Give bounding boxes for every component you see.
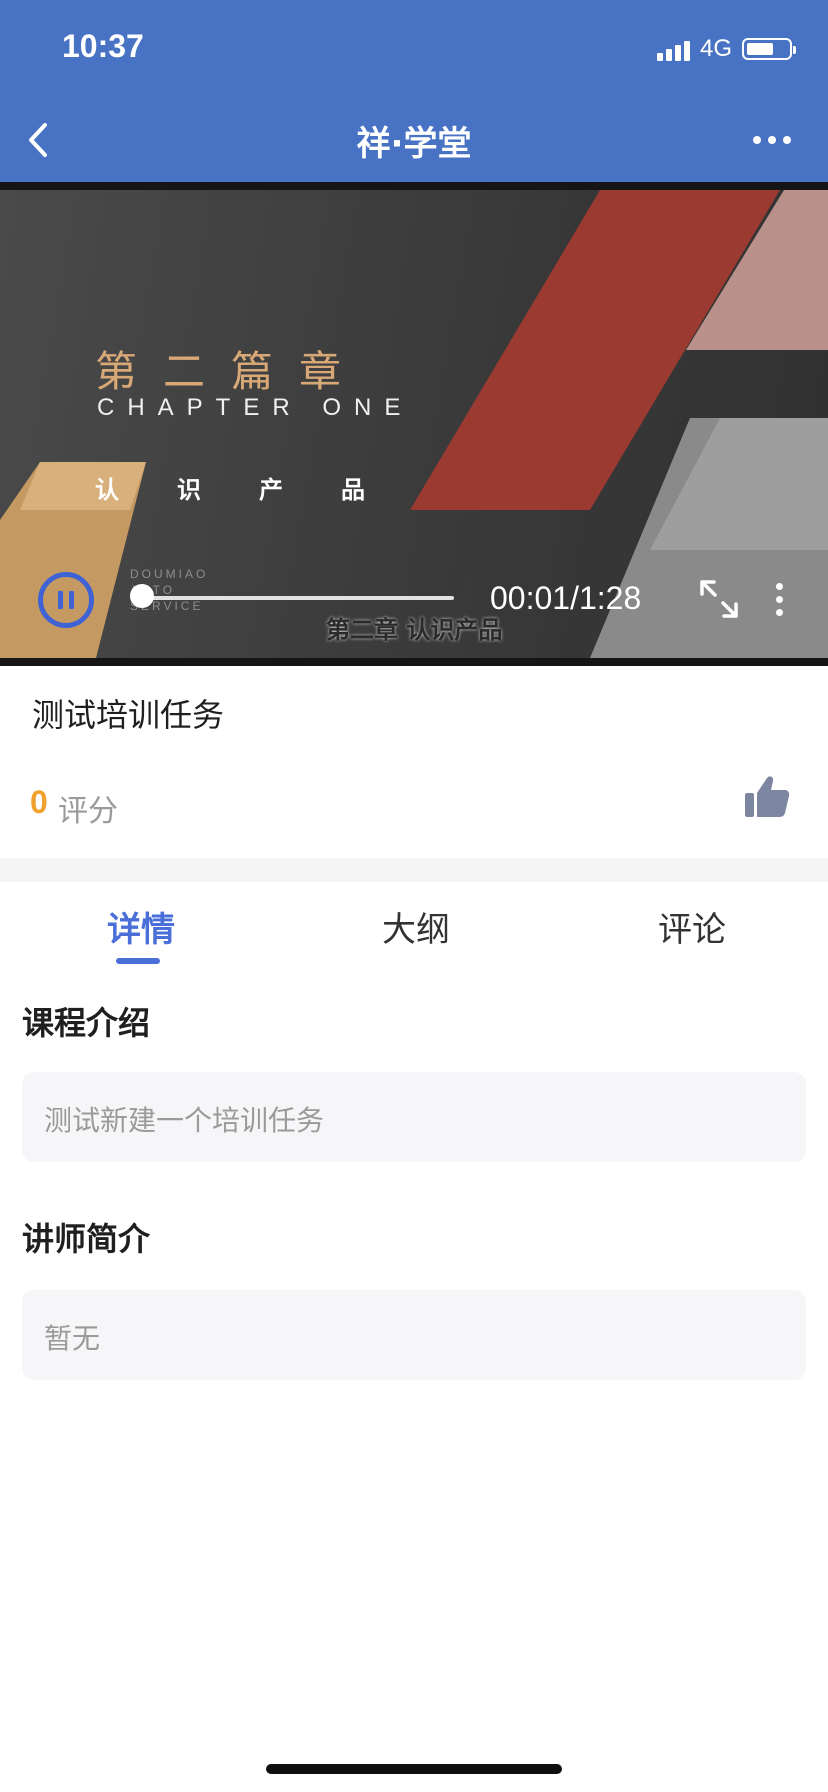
rating-label: 评分 [58,794,118,829]
course-intro-text: 测试新建一个培训任务 [44,1104,325,1137]
slide-subtitle: 认识产品 [95,476,423,504]
rating-value: 0 [30,784,48,820]
like-button[interactable] [742,772,792,822]
signal-icon [656,37,690,61]
teacher-intro-text: 暂无 [44,1322,101,1355]
status-time: 10:37 [62,28,144,64]
progress-knob[interactable] [130,584,155,608]
home-indicator[interactable] [266,1764,562,1774]
video-caption: 第二章 认识产品 [326,616,503,644]
tab-details[interactable]: 详情 [107,902,175,951]
progress-bar[interactable] [138,596,454,600]
more-horizontal-icon [753,136,761,144]
more-options-button[interactable] [742,120,802,160]
video-more-button[interactable] [766,574,792,624]
network-label: 4G [699,35,732,62]
pause-button[interactable] [38,572,94,628]
battery-icon [742,38,796,60]
fullscreen-button[interactable] [696,576,742,622]
status-indicators: 4G [656,34,796,64]
slide-chapter-cn: 第二篇章 [95,347,368,396]
page-title: 祥·学堂 [356,124,472,164]
course-intro-box: 测试新建一个培训任务 [22,1072,806,1162]
video-frame: 第二篇章 CHAPTER ONE 认识产品 DOUMIAO AUTO SERVI… [0,190,828,658]
tab-outline[interactable]: 大纲 [382,902,450,951]
teacher-intro-box: 暂无 [22,1290,806,1380]
teacher-intro-heading: 讲师简介 [22,1220,151,1258]
thumbs-up-icon [745,776,790,817]
time-display: 00:01/1:28 [490,580,642,616]
pause-icon [58,591,63,609]
tab-comments[interactable]: 评论 [658,902,726,951]
active-tab-indicator [116,958,160,964]
video-player[interactable]: 第二篇章 CHAPTER ONE 认识产品 DOUMIAO AUTO SERVI… [0,182,828,666]
more-vertical-icon [775,582,783,590]
course-title: 测试培训任务 [32,696,225,734]
slide-chapter-en: CHAPTER ONE [97,394,414,421]
section-divider [0,858,828,882]
expand-icon [700,580,738,618]
course-intro-heading: 课程介绍 [22,1004,151,1042]
app-header: 10:37 4G 祥·学堂 [0,0,828,182]
